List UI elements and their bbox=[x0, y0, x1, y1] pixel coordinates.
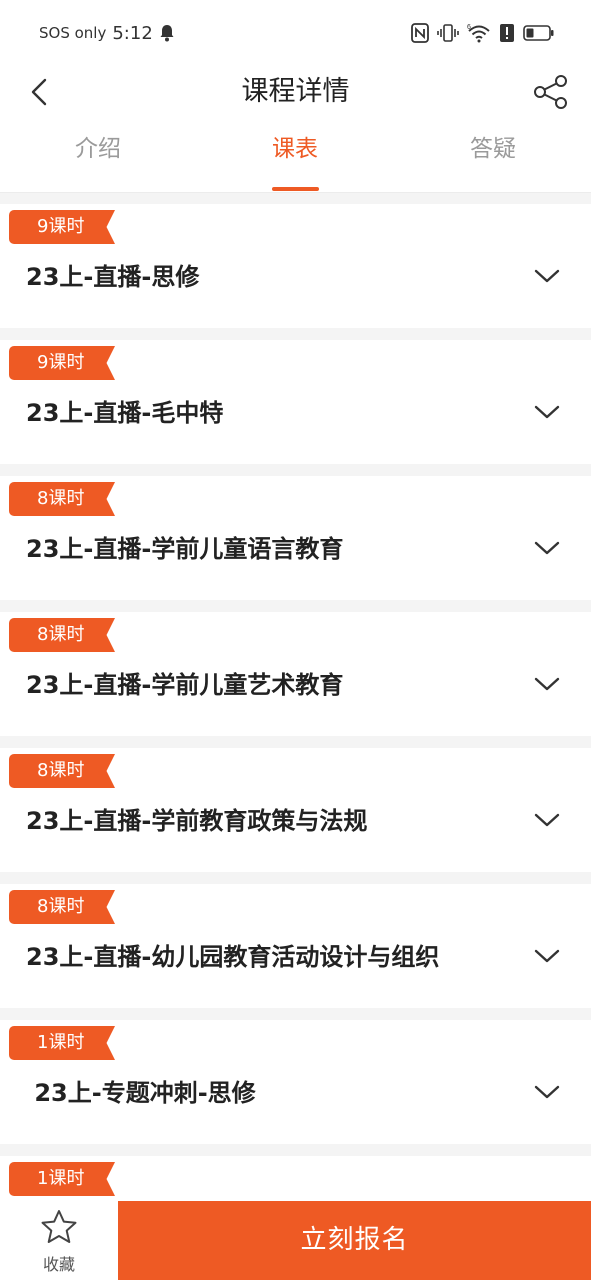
alert-icon bbox=[500, 24, 514, 42]
lesson-title: 23上-专题冲刺-思修 bbox=[26, 1079, 256, 1107]
lesson-item[interactable]: 9课时 23上-直播-毛中特 bbox=[0, 340, 591, 464]
tab-bar: 介绍 课表 答疑 bbox=[0, 120, 591, 193]
network-label: 6 bbox=[467, 24, 471, 31]
star-icon bbox=[41, 1210, 77, 1243]
chevron-down-icon[interactable] bbox=[533, 266, 561, 286]
bottom-action-bar: 收藏 立刻报名 bbox=[0, 1201, 591, 1280]
hours-badge: 8课时 bbox=[9, 618, 115, 652]
vibrate-icon bbox=[437, 24, 459, 42]
chevron-down-icon[interactable] bbox=[533, 946, 561, 966]
hours-badge: 8课时 bbox=[9, 482, 115, 516]
bell-icon bbox=[160, 25, 174, 42]
nfc-icon bbox=[411, 23, 429, 43]
header: 课程详情 bbox=[0, 64, 591, 120]
chevron-down-icon[interactable] bbox=[533, 674, 561, 694]
share-icon[interactable] bbox=[531, 72, 571, 112]
tab-intro[interactable]: 介绍 bbox=[38, 134, 158, 164]
lesson-item[interactable]: 8课时 23上-直播-学前教育政策与法规 bbox=[0, 748, 591, 872]
hours-badge: 8课时 bbox=[9, 754, 115, 788]
chevron-down-icon[interactable] bbox=[533, 810, 561, 830]
lesson-title: 23上-直播-学前教育政策与法规 bbox=[26, 807, 368, 835]
lesson-item[interactable]: 9课时 23上-直播-思修 bbox=[0, 204, 591, 328]
sos-text: SOS only bbox=[39, 24, 107, 42]
lesson-item[interactable]: 8课时 23上-直播-幼儿园教育活动设计与组织 bbox=[0, 884, 591, 1008]
page-title: 课程详情 bbox=[241, 76, 350, 107]
battery-icon bbox=[523, 25, 554, 41]
hours-badge: 1课时 bbox=[9, 1162, 115, 1196]
hours-badge: 9课时 bbox=[9, 210, 115, 244]
hours-badge: 1课时 bbox=[9, 1026, 115, 1060]
status-right: 6 bbox=[411, 22, 555, 44]
chevron-down-icon[interactable] bbox=[533, 538, 561, 558]
tab-schedule[interactable]: 课表 bbox=[235, 134, 355, 164]
lesson-item[interactable]: 1课时 23上-专题冲刺-思修 bbox=[0, 1020, 591, 1144]
favorite-button[interactable]: 收藏 bbox=[0, 1201, 118, 1280]
tab-qa[interactable]: 答疑 bbox=[433, 134, 553, 164]
active-tab-indicator bbox=[272, 187, 319, 191]
lesson-title: 23上-直播-学前儿童语言教育 bbox=[26, 535, 344, 563]
chevron-down-icon[interactable] bbox=[533, 402, 561, 422]
hours-badge: 8课时 bbox=[9, 890, 115, 924]
favorite-label: 收藏 bbox=[42, 1255, 75, 1274]
status-bar: SOS only 5:12 6 bbox=[0, 0, 591, 64]
hours-badge: 9课时 bbox=[9, 346, 115, 380]
lesson-title: 23上-直播-思修 bbox=[26, 263, 200, 291]
lesson-item[interactable]: 8课时 23上-直播-学前儿童语言教育 bbox=[0, 476, 591, 600]
chevron-down-icon[interactable] bbox=[533, 1082, 561, 1102]
lesson-item[interactable]: 8课时 23上-直播-学前儿童艺术教育 bbox=[0, 612, 591, 736]
wifi-icon: 6 bbox=[467, 24, 490, 43]
status-left: SOS only 5:12 bbox=[39, 22, 175, 44]
clock: 5:12 bbox=[112, 22, 153, 44]
lesson-title: 23上-直播-学前儿童艺术教育 bbox=[26, 671, 344, 699]
enroll-button[interactable]: 立刻报名 bbox=[118, 1201, 591, 1280]
lesson-title: 23上-直播-幼儿园教育活动设计与组织 bbox=[26, 943, 440, 971]
lesson-title: 23上-直播-毛中特 bbox=[26, 399, 224, 427]
